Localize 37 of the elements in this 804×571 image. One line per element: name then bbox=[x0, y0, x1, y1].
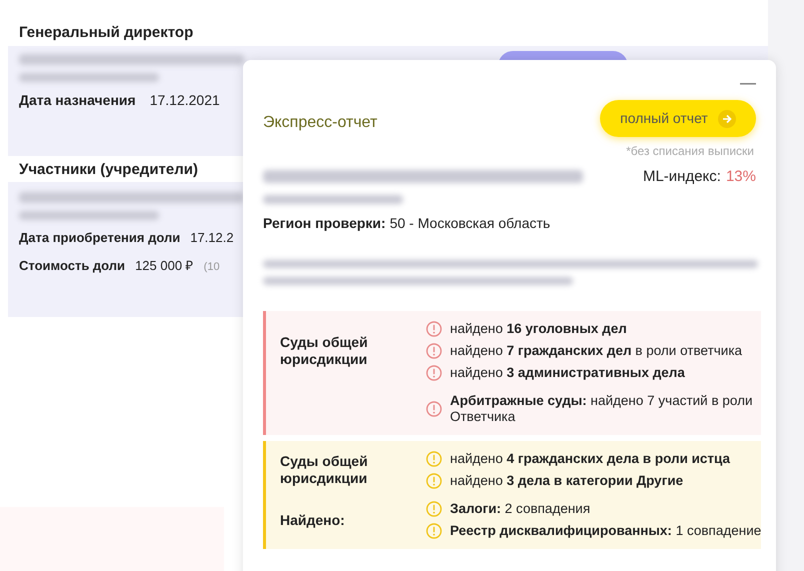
field-note: (10 bbox=[204, 260, 220, 274]
ml-index-label: ML-индекс: bbox=[642, 167, 721, 187]
section-heading: Участники (учредители) bbox=[19, 160, 198, 180]
finding-text: Реестр дисквалифицированных: 1 совпадение bbox=[450, 523, 762, 539]
alert-icon bbox=[426, 451, 442, 467]
button-note: *без списания выписки bbox=[626, 143, 754, 160]
field-value: 17.12.2021 bbox=[150, 91, 220, 110]
field-value: 17.12.2 bbox=[190, 229, 234, 247]
finding-text: найдено 3 административных дела bbox=[450, 365, 686, 381]
finding-text: Залоги: 2 совпадения bbox=[450, 501, 592, 517]
alert-icon bbox=[426, 401, 442, 417]
alert-icon bbox=[426, 523, 442, 539]
group-label: Найдено: bbox=[280, 512, 346, 528]
full-report-button[interactable]: полный отчет bbox=[600, 100, 756, 137]
ml-index-value: 13% bbox=[726, 167, 756, 187]
field-label: Дата назначения bbox=[19, 91, 136, 110]
group-label: Суды общей юрисдикции bbox=[280, 334, 369, 368]
field-label: Стоимость доли bbox=[19, 256, 126, 275]
finding-text: найдено 4 гражданских дела в роли истца bbox=[450, 451, 732, 467]
region-label: Регион проверки: bbox=[263, 214, 386, 233]
section-heading: Генеральный директор bbox=[19, 23, 194, 43]
minimize-icon[interactable] bbox=[740, 82, 756, 86]
finding-text: найдено 16 уголовных дел bbox=[450, 321, 628, 337]
group-label: Суды общей юрисдикции bbox=[280, 453, 369, 487]
alert-icon bbox=[426, 473, 442, 489]
arrow-right-icon bbox=[718, 110, 736, 128]
alert-icon bbox=[426, 501, 442, 517]
field-label: Дата приобретения доли bbox=[19, 229, 180, 247]
alert-icon bbox=[426, 343, 442, 359]
field-value: 125 000 ₽ bbox=[135, 256, 194, 274]
finding-text: найдено 7 гражданских дел в роли ответчика bbox=[450, 343, 744, 359]
finding-text: найдено 3 дела в категории Другие bbox=[450, 473, 684, 489]
finding-text: Арбитражные суды: найдено 7 участий в роли Ответчика bbox=[450, 393, 754, 425]
report-title: Экспресс-отчет bbox=[263, 113, 378, 133]
region-value: 50 - Московская область bbox=[390, 214, 550, 233]
alert-icon bbox=[426, 365, 442, 381]
alert-icon bbox=[426, 321, 442, 337]
